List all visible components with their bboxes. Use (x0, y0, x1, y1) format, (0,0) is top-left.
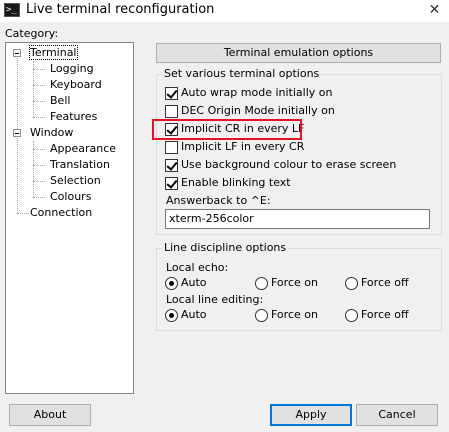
tree-item-features[interactable]: Features (50, 110, 97, 124)
radio-button[interactable] (345, 277, 358, 290)
answerback-label: Answerback to ^E: (166, 194, 271, 207)
tree-line (33, 165, 45, 166)
tree-line (33, 69, 45, 70)
tree-item-window[interactable]: Window (30, 126, 73, 140)
collapse-icon[interactable] (13, 129, 21, 137)
checkbox-label: Use background colour to erase screen (181, 158, 397, 171)
radio-label: Auto (181, 308, 207, 321)
answerback-input[interactable]: xterm-256color (165, 209, 430, 229)
category-label: Category: (5, 27, 59, 40)
category-tree[interactable]: Terminal Logging Keyboard Bell Features … (5, 42, 134, 394)
checkbox-box[interactable] (165, 159, 178, 172)
window-title: Live terminal reconfiguration (26, 2, 215, 17)
close-icon[interactable]: ✕ (420, 0, 449, 22)
tree-item-terminal[interactable]: Terminal (29, 45, 78, 60)
checkbox-label: DEC Origin Mode initially on (181, 104, 335, 117)
tree-item-bell[interactable]: Bell (50, 94, 70, 108)
tree-item-keyboard[interactable]: Keyboard (50, 78, 102, 92)
radio-button[interactable] (165, 277, 178, 290)
highlight-box (152, 119, 302, 140)
line-discipline-title: Line discipline options (162, 241, 289, 255)
tree-line (33, 101, 45, 102)
radio-button[interactable] (345, 309, 358, 322)
radio-button[interactable] (165, 309, 178, 322)
radio-label: Force on (271, 308, 318, 321)
local-line-editing-label: Local line editing: (166, 293, 264, 306)
radio-button[interactable] (255, 309, 268, 322)
checkbox-label: Enable blinking text (181, 176, 291, 189)
terminal-icon: >_ (4, 3, 20, 17)
tree-line (33, 181, 45, 182)
tree-line (33, 117, 45, 118)
tree-item-selection[interactable]: Selection (50, 174, 101, 188)
tree-line (33, 85, 45, 86)
radio-label: Force off (361, 276, 409, 289)
about-button[interactable]: About (9, 404, 91, 426)
tree-line (17, 213, 29, 214)
collapse-icon[interactable] (13, 49, 21, 57)
cancel-button[interactable]: Cancel (356, 404, 438, 426)
tree-item-colours[interactable]: Colours (50, 190, 91, 204)
tree-item-connection[interactable]: Connection (30, 206, 92, 220)
radio-button[interactable] (255, 277, 268, 290)
checkbox-box[interactable] (165, 141, 178, 154)
tree-line (33, 197, 45, 198)
radio-label: Auto (181, 276, 207, 289)
tree-line (33, 149, 45, 150)
tree-item-appearance[interactable]: Appearance (50, 142, 116, 156)
terminal-options-title: Set various terminal options (162, 67, 322, 81)
checkbox-label: Implicit LF in every CR (181, 140, 305, 153)
checkbox-label: Auto wrap mode initially on (181, 86, 333, 99)
radio-label: Force off (361, 308, 409, 321)
tree-item-logging[interactable]: Logging (50, 62, 94, 76)
radio-label: Force on (271, 276, 318, 289)
checkbox-box[interactable] (165, 87, 178, 100)
local-echo-label: Local echo: (166, 261, 229, 274)
checkbox-box[interactable] (165, 177, 178, 190)
apply-button[interactable]: Apply (270, 404, 352, 426)
checkbox-box[interactable] (165, 105, 178, 118)
panel-header: Terminal emulation options (156, 43, 441, 63)
tree-item-translation[interactable]: Translation (50, 158, 110, 172)
